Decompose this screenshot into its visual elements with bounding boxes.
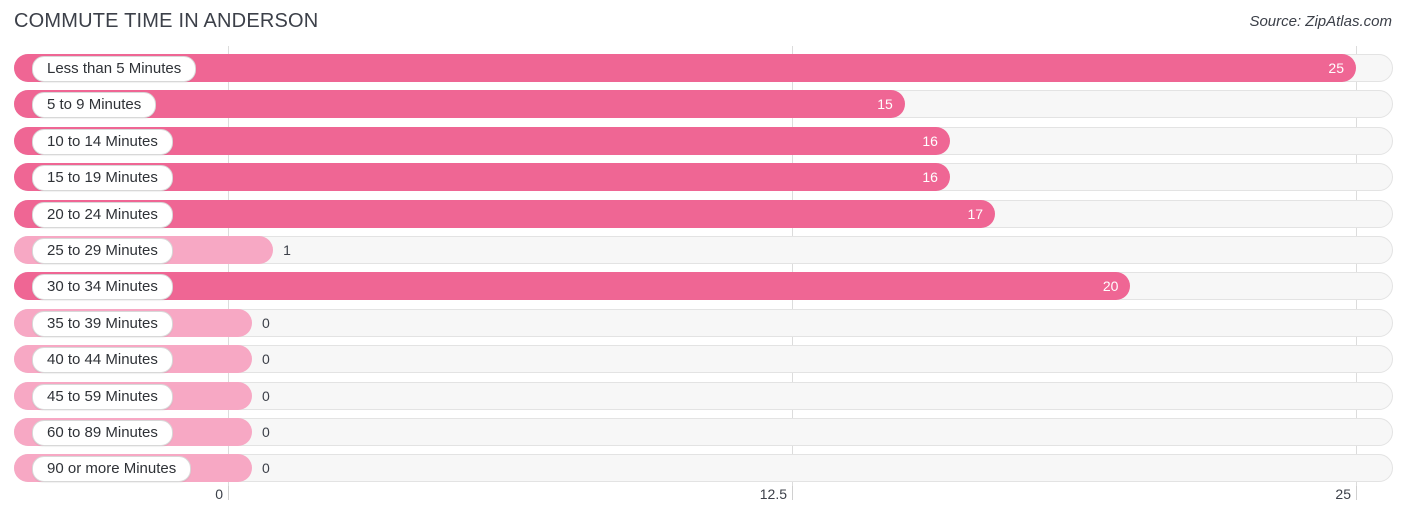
- bar-row[interactable]: 20 30 to 34 Minutes: [14, 272, 1393, 301]
- bar-category-label: 60 to 89 Minutes: [32, 420, 173, 446]
- bar-fill: 25: [14, 54, 1356, 82]
- bar-value-label: 0: [262, 424, 270, 440]
- bar-rows: 25 Less than 5 Minutes 15 5 to 9 Minutes 16 1…: [0, 46, 1406, 486]
- bar-value-label: 1: [283, 242, 291, 258]
- bar-value-label: 0: [262, 387, 270, 404]
- bar-category-label: 90 or more Minutes: [32, 456, 192, 483]
- axis-tick-mark: [792, 486, 793, 500]
- bar-category-label: 35 to 39 Minutes: [32, 310, 173, 337]
- bar-category-label: 5 to 9 Minutes: [32, 92, 157, 119]
- bar-category-label: 15 to 19 Minutes: [32, 165, 173, 192]
- bar-value-label: 0: [262, 351, 270, 368]
- bar-row[interactable]: 25 Less than 5 Minutes: [14, 54, 1393, 82]
- bar-row[interactable]: 16 15 to 19 Minutes: [14, 163, 1393, 192]
- plot-area: 25 Less than 5 Minutes 15 5 to 9 Minutes 16 1…: [0, 46, 1406, 486]
- bar-value-label: 0: [262, 314, 270, 331]
- bar-category-label: 20 to 24 Minutes: [32, 201, 173, 228]
- x-axis: 0 12.5 25: [0, 486, 1406, 523]
- bar-value-label: 15: [877, 96, 893, 113]
- page-title: COMMUTE TIME IN ANDERSON: [14, 10, 319, 32]
- bar-value-label: 17: [967, 205, 984, 222]
- bar-row[interactable]: 1 25 to 29 Minutes: [14, 236, 1393, 264]
- axis-tick-mark: [1356, 486, 1357, 500]
- chart-header: COMMUTE TIME IN ANDERSON Source: ZipAtla…: [0, 0, 1406, 46]
- axis-tick-label: 12.5: [759, 486, 787, 502]
- axis-tick-label: 0: [215, 486, 223, 502]
- bar-value-label: 20: [1102, 278, 1119, 295]
- bar-row[interactable]: 15 5 to 9 Minutes: [14, 90, 1393, 119]
- bar-category-label: 10 to 14 Minutes: [32, 128, 173, 155]
- bar-category-label: 25 to 29 Minutes: [32, 238, 173, 264]
- source-attribution: Source: ZipAtlas.com: [1249, 13, 1392, 30]
- bar-row[interactable]: 0 60 to 89 Minutes: [14, 418, 1393, 446]
- bar-fill: 20: [14, 272, 1131, 301]
- axis-tick-mark: [228, 486, 229, 500]
- bar-row[interactable]: 17 20 to 24 Minutes: [14, 199, 1393, 228]
- bar-row[interactable]: 0 45 to 59 Minutes: [14, 381, 1393, 410]
- bar-value-label: 16: [922, 169, 938, 186]
- bar-row[interactable]: 0 90 or more Minutes: [14, 454, 1393, 483]
- bar-row[interactable]: 0 35 to 39 Minutes: [14, 308, 1393, 337]
- axis-tick-label: 25: [1335, 486, 1351, 502]
- bar-row[interactable]: 0 40 to 44 Minutes: [14, 345, 1393, 374]
- bar-category-label: 45 to 59 Minutes: [32, 383, 173, 410]
- bar-value-label: 25: [1328, 60, 1344, 76]
- bar-row[interactable]: 16 10 to 14 Minutes: [14, 126, 1393, 155]
- bar-category-label: 40 to 44 Minutes: [32, 347, 173, 374]
- bar-category-label: 30 to 34 Minutes: [32, 274, 173, 301]
- bar-category-label: Less than 5 Minutes: [32, 56, 197, 82]
- bar-value-label: 16: [922, 132, 938, 149]
- bar-value-label: 0: [262, 460, 270, 477]
